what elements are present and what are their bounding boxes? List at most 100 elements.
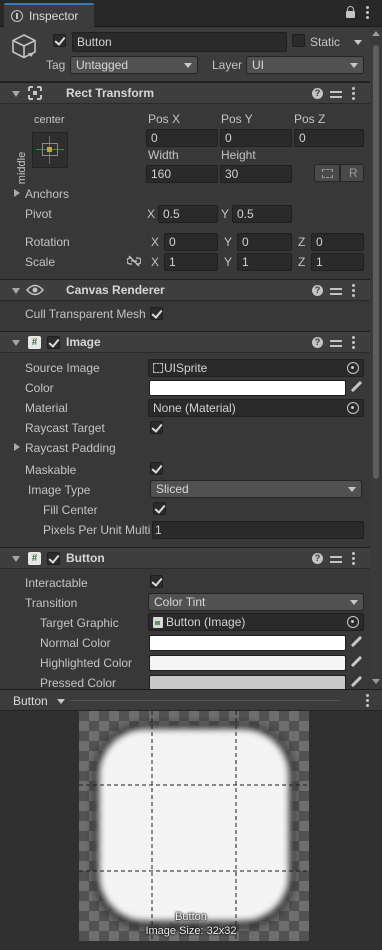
raycast-target-checkbox[interactable] (150, 421, 163, 434)
tab-menu-icon[interactable] (366, 6, 369, 20)
fill-center-checkbox[interactable] (153, 502, 166, 515)
height-label: Height (221, 148, 256, 162)
kebab-menu-icon[interactable] (352, 336, 355, 350)
eyedropper-icon[interactable] (350, 656, 362, 668)
target-graphic-field[interactable]: Button (Image) (148, 613, 364, 631)
button-enabled-checkbox[interactable] (47, 552, 60, 565)
material-value: None (Material) (153, 401, 236, 415)
preview-caption-size: Image Size: 32x32 (145, 925, 237, 937)
raycast-padding-label[interactable]: Raycast Padding (25, 440, 116, 456)
raycast-padding-foldout-icon[interactable] (14, 443, 20, 451)
presets-icon[interactable] (330, 88, 342, 100)
maskable-label: Maskable (25, 463, 77, 477)
image-type-value: Sliced (156, 482, 189, 496)
foldout-arrow-icon[interactable] (12, 340, 20, 346)
source-image-field[interactable]: UISprite (148, 359, 364, 377)
presets-icon[interactable] (330, 553, 342, 565)
tag-dropdown[interactable]: Untagged (70, 56, 198, 74)
target-graphic-value: Button (Image) (166, 615, 246, 629)
material-field[interactable]: None (Material) (148, 399, 364, 417)
blueprint-icon (322, 169, 333, 178)
component-header-icons: ? (312, 551, 364, 567)
preview-divider-grip[interactable] (70, 700, 340, 701)
kebab-menu-icon[interactable] (352, 552, 355, 566)
static-label: Static (310, 35, 341, 49)
preview-toolbar: Button (0, 689, 382, 711)
anchor-preset-button[interactable] (32, 132, 68, 168)
chevron-down-icon (184, 63, 192, 68)
layer-dropdown[interactable]: UI (246, 56, 364, 74)
pos-x-field[interactable]: 0 (146, 129, 218, 147)
image-enabled-checkbox[interactable] (47, 336, 60, 349)
constrain-proportions-icon[interactable] (127, 255, 141, 267)
anchors-label[interactable]: Anchors (25, 186, 69, 202)
inspector-scrollbar[interactable] (370, 27, 382, 689)
object-name-field[interactable]: Button (72, 32, 287, 52)
tab-inspector[interactable]: Inspector (4, 3, 94, 27)
scale-x-field[interactable]: 1 (164, 253, 218, 271)
kebab-menu-icon[interactable] (352, 87, 355, 101)
ppu-label-clip: Pixels Per Unit Multiplier (43, 522, 151, 538)
active-checkbox[interactable] (53, 34, 66, 47)
eyedropper-icon[interactable] (350, 676, 362, 688)
preview-dropdown-label: Button (13, 694, 48, 708)
interactable-checkbox[interactable] (150, 575, 163, 588)
presets-icon[interactable] (330, 337, 342, 349)
height-field[interactable]: 30 (220, 165, 292, 183)
canvas-renderer-header[interactable]: Canvas Renderer ? (0, 279, 370, 301)
eyedropper-icon[interactable] (350, 636, 362, 648)
object-picker-icon[interactable] (347, 616, 359, 628)
scale-y-field[interactable]: 1 (237, 253, 292, 271)
image-type-dropdown[interactable]: Sliced (150, 480, 362, 498)
help-icon[interactable]: ? (312, 285, 323, 296)
anchors-foldout-arrow-icon[interactable] (14, 189, 20, 197)
image-header[interactable]: # Image ? (0, 331, 370, 353)
button-header[interactable]: # Button ? (0, 547, 370, 569)
eyedropper-icon[interactable] (350, 381, 362, 393)
pos-y-field[interactable]: 0 (220, 129, 292, 147)
scrollbar-thumb[interactable] (373, 45, 379, 479)
width-field[interactable]: 160 (146, 165, 218, 183)
scroll-down-arrow[interactable] (372, 679, 380, 684)
pivot-y-field[interactable]: 0.5 (232, 205, 292, 223)
rotation-z-field[interactable]: 0 (311, 233, 364, 251)
preview-kebab-icon[interactable] (366, 694, 369, 708)
highlighted-color-swatch[interactable] (149, 655, 346, 671)
object-picker-icon[interactable] (347, 362, 359, 374)
chevron-down-icon (350, 600, 358, 605)
help-icon[interactable]: ? (312, 553, 323, 564)
component-header-icons: ? (312, 86, 364, 102)
chevron-down-icon (57, 699, 65, 704)
foldout-arrow-icon[interactable] (12, 288, 20, 294)
rotation-y-field[interactable]: 0 (237, 233, 292, 251)
foldout-arrow-icon[interactable] (12, 91, 20, 97)
raw-edit-button[interactable]: R (340, 164, 364, 182)
script-hash-icon: # (28, 552, 41, 565)
normal-color-swatch[interactable] (149, 635, 346, 651)
script-hash-icon: # (28, 336, 41, 349)
help-icon[interactable]: ? (312, 337, 323, 348)
scale-z-field[interactable]: 1 (311, 253, 364, 271)
foldout-arrow-icon[interactable] (12, 556, 20, 562)
preview-dropdown[interactable]: Button (9, 692, 69, 710)
static-dropdown-arrow[interactable] (354, 40, 362, 45)
rect-transform-header[interactable]: Rect Transform ? (0, 82, 370, 104)
blueprint-mode-button[interactable] (314, 164, 340, 182)
kebab-menu-icon[interactable] (352, 284, 355, 298)
scroll-up-arrow[interactable] (372, 31, 380, 36)
transition-dropdown[interactable]: Color Tint (148, 593, 364, 611)
maskable-checkbox[interactable] (150, 462, 163, 475)
pos-z-field[interactable]: 0 (294, 129, 364, 147)
pixels-per-unit-field[interactable]: 1 (152, 521, 364, 539)
cull-transparent-mesh-checkbox[interactable] (150, 307, 163, 320)
scale-x-label: X (151, 255, 160, 269)
presets-icon[interactable] (330, 285, 342, 297)
rotation-x-field[interactable]: 0 (164, 233, 218, 251)
rot-x-label: X (151, 235, 160, 249)
object-picker-icon[interactable] (347, 402, 359, 414)
gameobject-icon-dropdown-arrow[interactable] (28, 53, 34, 57)
static-checkbox[interactable] (292, 34, 305, 47)
pivot-x-field[interactable]: 0.5 (158, 205, 218, 223)
help-icon[interactable]: ? (312, 88, 323, 99)
image-color-swatch[interactable] (149, 380, 346, 396)
